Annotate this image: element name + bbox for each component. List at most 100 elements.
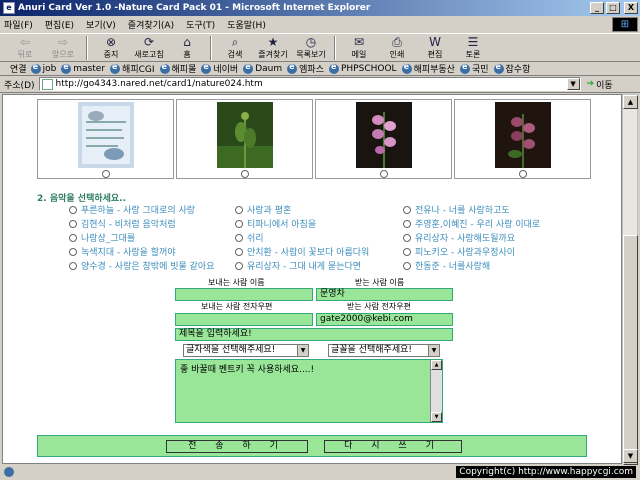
music-radio[interactable] <box>69 205 77 214</box>
music-option[interactable]: 피노키오 - 사랑과우정사이 <box>403 245 515 258</box>
toolbar-button[interactable]: ◷ 목록보기 <box>292 34 330 61</box>
links-item[interactable]: PHPSCHOOL <box>328 62 397 75</box>
links-item[interactable]: 잡수항 <box>493 62 530 75</box>
card-option-1[interactable] <box>37 99 174 179</box>
menu-edit[interactable]: 편집(E) <box>45 18 74 31</box>
music-option-label: 쉬리 <box>247 234 264 244</box>
scroll-up-icon[interactable]: ▲ <box>431 360 442 370</box>
ie-link-icon <box>459 62 470 74</box>
music-radio[interactable] <box>403 205 411 214</box>
toolbar-button[interactable]: ⊗ 중지 <box>92 34 130 61</box>
music-radio[interactable] <box>235 233 243 242</box>
menu-tools[interactable]: 도구(T) <box>186 18 215 31</box>
toolbar-button[interactable]: ⌕ 검색 <box>216 34 254 61</box>
links-item[interactable]: 해피몰 <box>159 62 196 75</box>
music-radio[interactable] <box>403 219 411 228</box>
font-face-value: 글꼴을 선택해주세요! <box>331 345 412 355</box>
links-item[interactable]: 엠파스 <box>287 62 324 75</box>
music-radio[interactable] <box>69 247 77 256</box>
card-option-2[interactable] <box>176 99 313 179</box>
links-item-label: 해피CGI <box>122 65 155 75</box>
card-radio-3[interactable] <box>379 170 388 178</box>
address-input[interactable]: http://go4343.nared.net/card1/nature024.… <box>38 77 581 91</box>
subject-input[interactable]: 제목을 입력하세요! <box>175 328 453 341</box>
scroll-up-icon[interactable]: ▲ <box>623 95 638 109</box>
send-button[interactable]: 전 송 하 기 <box>166 440 308 453</box>
music-radio[interactable] <box>69 219 77 228</box>
links-item[interactable]: 네이버 <box>201 62 238 75</box>
links-item[interactable]: Daum <box>243 62 282 75</box>
scroll-down-icon[interactable]: ▼ <box>431 412 442 422</box>
music-option[interactable]: 김현식 - 비처럼 음악처럼 <box>69 217 176 230</box>
toolbar-button[interactable]: ⇨ 앞으로 <box>44 34 82 61</box>
menu-help[interactable]: 도움말(H) <box>227 18 266 31</box>
font-color-select[interactable]: 글자색을 선택해주세요! ▼ <box>183 344 309 357</box>
menu-view[interactable]: 보기(V) <box>86 18 116 31</box>
toolbar-button[interactable]: ✉ 메일 <box>340 34 378 61</box>
music-radio[interactable] <box>403 261 411 270</box>
music-radio[interactable] <box>235 261 243 270</box>
music-option[interactable]: 양수경 - 사랑은 창밖에 빗물 같아요 <box>69 259 214 272</box>
card-radio-4[interactable] <box>518 170 527 178</box>
reset-button[interactable]: 다 시 쓰 기 <box>324 440 462 453</box>
links-item[interactable]: 국민 <box>459 62 489 75</box>
scroll-down-icon[interactable]: ▼ <box>623 449 638 463</box>
receiver-email-input[interactable]: gate2000@kebi.com <box>316 313 453 326</box>
music-option[interactable]: 전유나 - 너를 사랑하고도 <box>403 203 510 216</box>
links-item[interactable]: master <box>61 62 105 75</box>
music-option[interactable]: 안치환 - 사람이 꽃보다 아름다워 <box>235 245 369 258</box>
music-option[interactable]: 티파니에서 아침을 <box>235 217 316 230</box>
links-item[interactable]: 해피부동산 <box>401 62 455 75</box>
toolbar-button[interactable]: ☰ 토론 <box>454 34 492 61</box>
minimize-button[interactable]: _ <box>590 2 604 14</box>
music-option[interactable]: 나랑상_그대를 <box>69 231 135 244</box>
music-radio[interactable] <box>235 247 243 256</box>
go-button[interactable]: ➔ 이동 <box>587 78 613 91</box>
toolbar-button[interactable]: ⎙ 인쇄 <box>378 34 416 61</box>
card-option-3[interactable] <box>315 99 452 179</box>
links-item[interactable]: 해피CGI <box>110 62 155 75</box>
scroll-thumb[interactable] <box>623 235 638 465</box>
card-image-1 <box>77 102 134 168</box>
card-option-4[interactable] <box>454 99 591 179</box>
toolbar-button[interactable]: ★ 즐겨찾기 <box>254 34 292 61</box>
card-radio-2[interactable] <box>240 170 249 178</box>
music-radio[interactable] <box>235 219 243 228</box>
links-item[interactable]: job <box>30 62 56 75</box>
music-option[interactable]: 쉬리 <box>235 231 264 244</box>
music-option[interactable]: 주영훈,이혜진 - 우리 사랑 이대로 <box>403 217 540 230</box>
toolbar-button[interactable]: ⌂ 홈 <box>168 34 206 61</box>
sender-email-input[interactable] <box>175 313 313 326</box>
music-option[interactable]: 한동준 - 너를사랑해 <box>403 259 490 272</box>
music-option[interactable]: 녹색지대 - 사랑을 할꺼야 <box>69 245 176 258</box>
ie-link-icon <box>61 62 72 74</box>
close-button[interactable]: X <box>624 2 638 14</box>
music-option[interactable]: 푸른하늘 - 사랑 그대로의 사랑 <box>69 203 195 216</box>
edit-icon: W <box>429 35 441 49</box>
music-radio[interactable] <box>235 205 243 214</box>
toolbar-button-label: 메일 <box>351 50 367 59</box>
vertical-scrollbar[interactable]: ▲ ▼ <box>622 94 638 465</box>
music-radio[interactable] <box>403 233 411 242</box>
maximize-button[interactable]: □ <box>606 2 620 14</box>
ie-link-icon <box>201 62 212 74</box>
toolbar-button[interactable]: W 편집 <box>416 34 454 61</box>
address-dropdown-icon[interactable]: ▼ <box>566 78 580 90</box>
music-radio[interactable] <box>403 247 411 256</box>
music-radio[interactable] <box>69 233 77 242</box>
toolbar-button[interactable]: ⟳ 새로고침 <box>130 34 168 61</box>
menu-favorites[interactable]: 즐겨찾기(A) <box>128 18 174 31</box>
font-face-select[interactable]: 글꼴을 선택해주세요! ▼ <box>328 344 440 357</box>
music-option[interactable]: 유리상자 - 사랑해도될까요 <box>403 231 515 244</box>
menu-file[interactable]: 파일(F) <box>4 18 33 31</box>
message-textarea[interactable]: 좋 바꿀때 벤트키 꼭 사용하세요....! ▲ ▼ <box>175 359 443 423</box>
card-radio-1[interactable] <box>101 170 110 178</box>
music-option[interactable]: 유리상자 - 그대 내게 묻는다면 <box>235 259 361 272</box>
sender-name-input[interactable] <box>175 288 313 301</box>
music-radio[interactable] <box>69 261 77 270</box>
music-option[interactable]: 사랑과 평혼 <box>235 203 291 216</box>
receiver-name-input[interactable]: 문영차 <box>316 288 453 301</box>
textarea-scrollbar[interactable]: ▲ ▼ <box>430 360 442 422</box>
toolbar-button[interactable]: ⇦ 뒤로 <box>6 34 44 61</box>
music-option-label: 푸른하늘 - 사랑 그대로의 사랑 <box>81 206 196 216</box>
